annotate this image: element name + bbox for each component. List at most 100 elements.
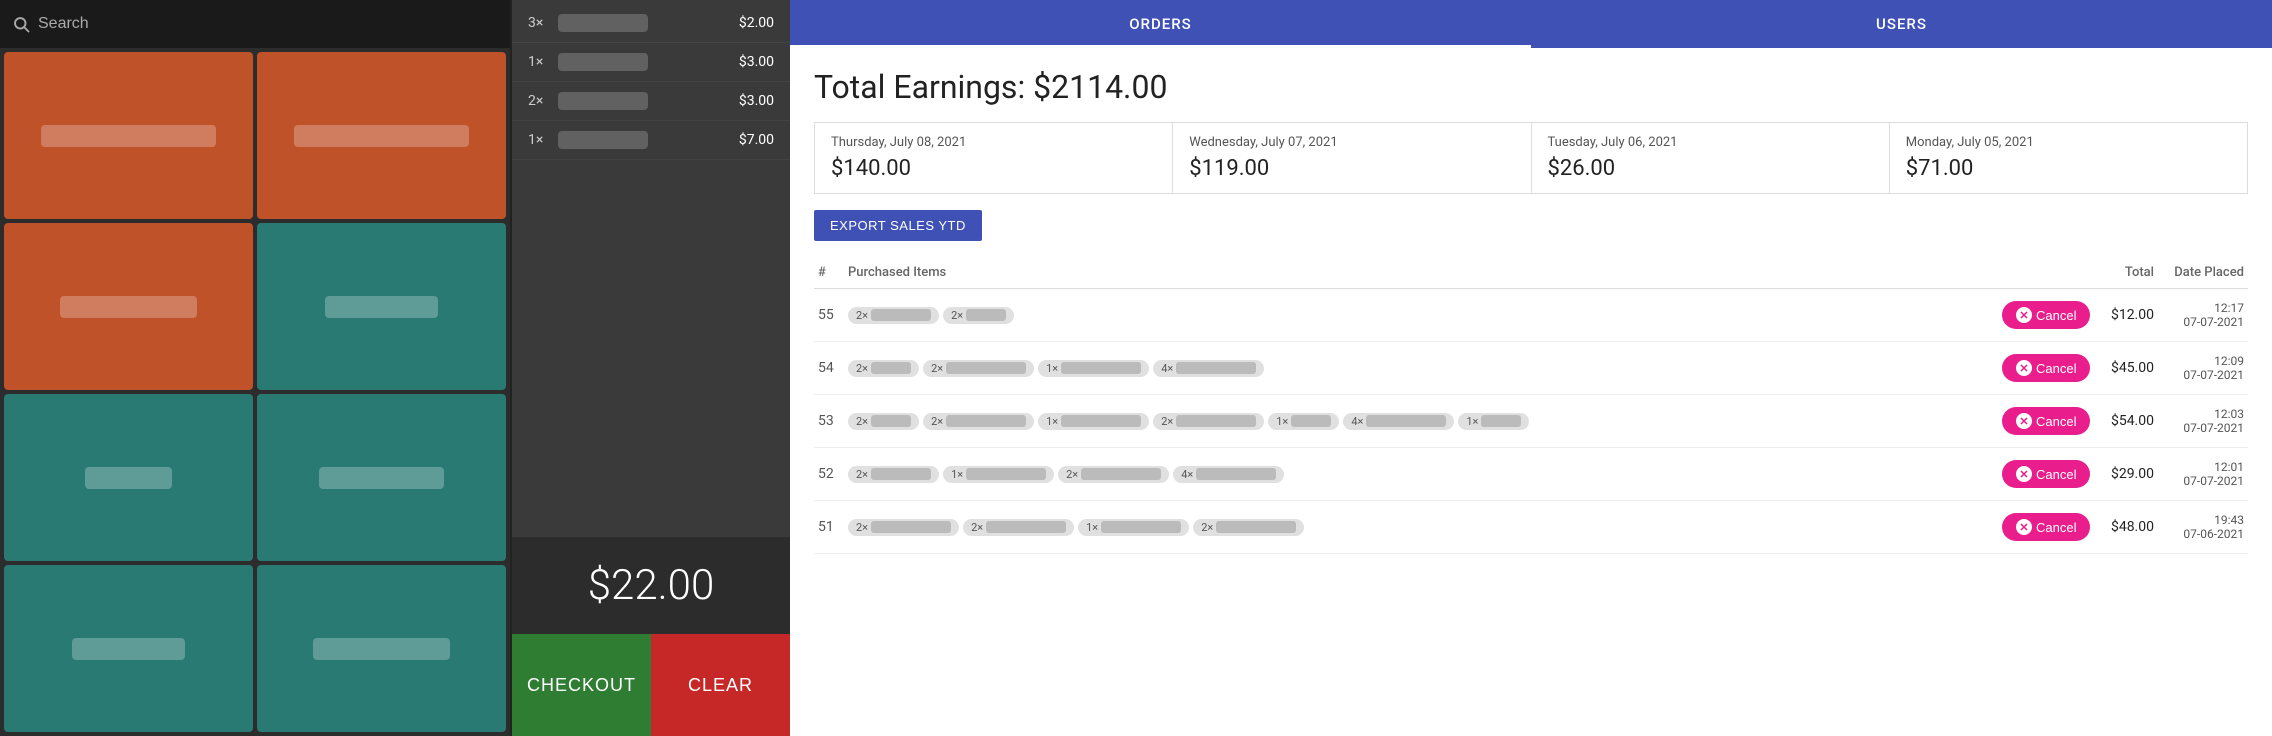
tab-orders[interactable]: ORDERS bbox=[790, 0, 1531, 48]
cart-item: 2× $3.00 bbox=[512, 82, 790, 121]
date-card: Thursday, July 08, 2021 $140.00 bbox=[815, 123, 1173, 193]
cancel-button[interactable]: ✕ Cancel bbox=[2002, 513, 2090, 541]
tag-name-placeholder bbox=[946, 362, 1026, 374]
order-item-tag: 4× bbox=[1153, 360, 1264, 377]
grid-item-3[interactable] bbox=[4, 223, 253, 390]
cart-items: 3× $2.00 1× $3.00 2× $3.00 1× $7.00 bbox=[512, 0, 790, 537]
tag-qty: 4× bbox=[1181, 468, 1193, 481]
order-item-tag: 4× bbox=[1343, 413, 1454, 430]
date-card: Tuesday, July 06, 2021 $26.00 bbox=[1532, 123, 1890, 193]
cancel-button[interactable]: ✕ Cancel bbox=[2002, 354, 2090, 382]
grid-item-1[interactable] bbox=[4, 52, 253, 219]
order-item-tag: 1× bbox=[1038, 413, 1149, 430]
grid-item-8[interactable] bbox=[257, 565, 506, 732]
tag-qty: 2× bbox=[931, 415, 943, 428]
tag-name-placeholder bbox=[871, 468, 931, 480]
date-card-amount: $140.00 bbox=[831, 156, 1156, 181]
cancel-icon: ✕ bbox=[2016, 307, 2032, 323]
cancel-button[interactable]: ✕ Cancel bbox=[2002, 407, 2090, 435]
order-cancel-cell: ✕ Cancel bbox=[1998, 395, 2098, 448]
tag-name-placeholder bbox=[1101, 521, 1181, 533]
cart-item: 3× $2.00 bbox=[512, 4, 790, 43]
tag-name-placeholder bbox=[1061, 415, 1141, 427]
cancel-button[interactable]: ✕ Cancel bbox=[2002, 460, 2090, 488]
date-card-amount: $26.00 bbox=[1548, 156, 1873, 181]
export-button[interactable]: EXPORT SALES YTD bbox=[814, 210, 982, 241]
tag-name-placeholder bbox=[1366, 415, 1446, 427]
cancel-button[interactable]: ✕ Cancel bbox=[2002, 301, 2090, 329]
date-cards: Thursday, July 08, 2021 $140.00 Wednesda… bbox=[814, 122, 2248, 194]
grid-item-5[interactable] bbox=[4, 394, 253, 561]
order-items-cell: 2× 1× 2× 4× bbox=[844, 448, 1998, 501]
tag-qty: 2× bbox=[931, 362, 943, 375]
date-card-label: Tuesday, July 06, 2021 bbox=[1548, 135, 1873, 150]
orders-tbody: 55 2× 2× ✕ Cancel $12.00 12:1707-07-2021… bbox=[814, 289, 2248, 554]
tab-users[interactable]: USERS bbox=[1531, 0, 2272, 48]
checkout-button[interactable]: CHECKOUT bbox=[512, 634, 651, 736]
item-label bbox=[313, 638, 450, 660]
tag-name-placeholder bbox=[1196, 468, 1276, 480]
tag-qty: 1× bbox=[1276, 415, 1288, 428]
cart-item-price: $3.00 bbox=[739, 93, 774, 109]
cart-item-name bbox=[558, 14, 648, 32]
orders-panel: ORDERSUSERS Total Earnings: $2114.00 Thu… bbox=[790, 0, 2272, 736]
date-card: Monday, July 05, 2021 $71.00 bbox=[1890, 123, 2247, 193]
item-label bbox=[72, 638, 184, 660]
tag-qty: 1× bbox=[1046, 362, 1058, 375]
item-label bbox=[325, 296, 437, 318]
tag-qty: 2× bbox=[951, 309, 963, 322]
order-cancel-cell: ✕ Cancel bbox=[1998, 501, 2098, 554]
tag-qty: 4× bbox=[1351, 415, 1363, 428]
order-items-cell: 2× 2× bbox=[844, 289, 1998, 342]
item-label bbox=[319, 467, 444, 489]
tag-qty: 2× bbox=[971, 521, 983, 534]
cart-item-qty: 3× bbox=[528, 15, 552, 31]
item-label bbox=[41, 125, 215, 147]
order-item-tag: 4× bbox=[1173, 466, 1284, 483]
order-cancel-cell: ✕ Cancel bbox=[1998, 342, 2098, 395]
col-header-num: # bbox=[814, 257, 844, 289]
grid-item-2[interactable] bbox=[257, 52, 506, 219]
date-card-label: Monday, July 05, 2021 bbox=[1906, 135, 2231, 150]
cart-item-left: 2× bbox=[528, 92, 648, 110]
cancel-icon: ✕ bbox=[2016, 413, 2032, 429]
cart-item-left: 1× bbox=[528, 53, 648, 71]
table-row: 52 2× 1× 2× 4× ✕ Cancel $29.00 bbox=[814, 448, 2248, 501]
tag-qty: 1× bbox=[1466, 415, 1478, 428]
order-item-tag: 2× bbox=[848, 466, 939, 483]
order-date: 12:0907-07-2021 bbox=[2158, 342, 2248, 395]
tag-qty: 2× bbox=[856, 362, 868, 375]
order-date: 12:0307-07-2021 bbox=[2158, 395, 2248, 448]
order-item-tag: 1× bbox=[1268, 413, 1339, 430]
tag-name-placeholder bbox=[871, 309, 931, 321]
grid-item-4[interactable] bbox=[257, 223, 506, 390]
tag-name-placeholder bbox=[1291, 415, 1331, 427]
cart-item-left: 1× bbox=[528, 131, 648, 149]
grid-item-6[interactable] bbox=[257, 394, 506, 561]
cart-item-left: 3× bbox=[528, 14, 648, 32]
order-num: 55 bbox=[814, 289, 844, 342]
table-row: 51 2× 2× 1× 2× ✕ Cancel $48.00 bbox=[814, 501, 2248, 554]
order-item-tag: 2× bbox=[848, 360, 919, 377]
tag-name-placeholder bbox=[946, 415, 1026, 427]
order-item-tag: 2× bbox=[923, 360, 1034, 377]
cart-item-name bbox=[558, 92, 648, 110]
tag-name-placeholder bbox=[871, 415, 911, 427]
tag-name-placeholder bbox=[966, 309, 1006, 321]
order-items-cell: 2× 2× 1× 2× bbox=[844, 501, 1998, 554]
search-icon bbox=[12, 15, 30, 33]
clear-button[interactable]: CLEAR bbox=[651, 634, 790, 736]
order-total: $12.00 bbox=[2098, 289, 2158, 342]
orders-tabs: ORDERSUSERS bbox=[790, 0, 2272, 48]
search-input[interactable] bbox=[38, 15, 498, 33]
order-item-tag: 2× bbox=[923, 413, 1034, 430]
grid-item-7[interactable] bbox=[4, 565, 253, 732]
cart-item-price: $3.00 bbox=[739, 54, 774, 70]
order-item-tag: 1× bbox=[943, 466, 1054, 483]
tag-qty: 1× bbox=[1086, 521, 1098, 534]
order-item-tag: 1× bbox=[1078, 519, 1189, 536]
table-row: 53 2× 2× 1× 2× 1× 4× bbox=[814, 395, 2248, 448]
tag-name-placeholder bbox=[1176, 415, 1256, 427]
col-header-items: Purchased Items bbox=[844, 257, 1998, 289]
tag-qty: 2× bbox=[1161, 415, 1173, 428]
